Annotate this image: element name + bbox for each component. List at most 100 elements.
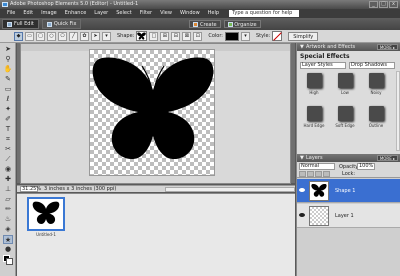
- style-picker[interactable]: [272, 31, 283, 41]
- create-button[interactable]: Create: [189, 20, 221, 28]
- hand-tool-icon[interactable]: ✋: [3, 65, 13, 74]
- tab-full-edit[interactable]: Full Edit: [2, 19, 39, 29]
- collapse-arrow-icon[interactable]: ▼: [300, 154, 304, 162]
- effects-scrollbar[interactable]: [396, 71, 400, 151]
- close-button[interactable]: x: [389, 1, 398, 8]
- magic-wand-tool-icon[interactable]: ✦: [3, 105, 13, 114]
- simplify-button[interactable]: Simplify: [288, 31, 319, 41]
- straighten-tool-icon[interactable]: ⟋: [3, 155, 13, 164]
- menu-help[interactable]: Help: [204, 9, 223, 18]
- type-tool-icon[interactable]: T: [3, 125, 13, 134]
- menu-window[interactable]: Window: [176, 9, 204, 18]
- new-layer-option[interactable]: □: [149, 31, 159, 41]
- effect-low[interactable]: Low: [332, 73, 358, 99]
- mode-bar: Full Edit Quick Fix Create Organize: [0, 18, 400, 30]
- artwork-more-button[interactable]: MORE ▸: [376, 44, 398, 50]
- color-swatch[interactable]: [225, 31, 239, 41]
- blend-mode-select[interactable]: Normal: [299, 163, 335, 170]
- collapse-arrow-icon[interactable]: ▼: [300, 43, 304, 51]
- add-shape-option[interactable]: ⊞: [160, 31, 170, 41]
- subtract-shape-option[interactable]: ⊟: [171, 31, 181, 41]
- shape-picker[interactable]: [136, 31, 148, 41]
- effect-preview: [306, 73, 322, 88]
- butterfly-thumbnail-icon: [32, 201, 60, 225]
- rounded-rect-shape-option[interactable]: ▢: [36, 31, 45, 41]
- layers-header[interactable]: ▼ Layers MORE ▸: [297, 154, 400, 162]
- effect-hard-edge[interactable]: Hard Edge: [301, 106, 327, 132]
- color-dropdown[interactable]: ▾: [241, 31, 250, 41]
- clone-stamp-tool-icon[interactable]: ⊥: [3, 185, 13, 194]
- artwork-effects-header[interactable]: ▼ Artwork and Effects MORE ▸: [297, 43, 400, 51]
- brush-tool-icon[interactable]: ♨: [3, 215, 13, 224]
- move-tool-icon[interactable]: ➤: [3, 45, 13, 54]
- selection-brush-tool-icon[interactable]: ✐: [3, 115, 13, 124]
- polygon-shape-option[interactable]: ⬠: [58, 31, 67, 41]
- crop-tool-icon[interactable]: ⌗: [3, 135, 13, 144]
- tab-quick-fix[interactable]: Quick Fix: [41, 19, 82, 29]
- opacity-field[interactable]: 100%: [357, 163, 375, 170]
- menu-layer[interactable]: Layer: [90, 9, 112, 18]
- menu-image[interactable]: Image: [37, 9, 61, 18]
- shape-options-dropdown[interactable]: ▾: [102, 31, 111, 41]
- layers-more-button[interactable]: MORE ▸: [376, 155, 398, 161]
- red-eye-tool-icon[interactable]: ◉: [3, 165, 13, 174]
- effect-label: Soft Edge: [335, 123, 355, 128]
- effect-preview: [368, 106, 384, 121]
- effects-subcategory-select[interactable]: Drop Shadows: [349, 62, 395, 69]
- ellipse-shape-option[interactable]: ○: [47, 31, 56, 41]
- cookie-cutter-tool-icon[interactable]: ✂: [3, 145, 13, 154]
- custom-shape-tool-option[interactable]: ◆: [14, 31, 23, 41]
- paint-bucket-tool-icon[interactable]: ◈: [3, 225, 13, 234]
- menu-enhance[interactable]: Enhance: [61, 9, 91, 18]
- effect-noisy[interactable]: Noisy: [363, 73, 389, 99]
- menu-edit[interactable]: Edit: [19, 9, 37, 18]
- effect-soft-edge[interactable]: Soft Edge: [332, 106, 358, 132]
- layer-row-shape-1[interactable]: Shape 1: [297, 179, 400, 203]
- delete-layer-icon[interactable]: [315, 171, 322, 177]
- horizontal-scrollbar[interactable]: [165, 186, 295, 192]
- layer-thumbnail: [309, 181, 329, 201]
- organize-button[interactable]: Organize: [223, 20, 261, 28]
- blur-tool-icon[interactable]: ●: [3, 245, 13, 254]
- intersect-shape-option[interactable]: ⊠: [182, 31, 192, 41]
- link-layers-icon[interactable]: [323, 171, 330, 177]
- pencil-tool-icon[interactable]: ✏: [3, 205, 13, 214]
- minimize-button[interactable]: _: [369, 1, 378, 8]
- layers-panel: Normal Opacity: 100% Lock: Shape 1 Layer…: [297, 162, 400, 276]
- layer-row-layer-1[interactable]: Layer 1: [297, 204, 400, 228]
- maximize-button[interactable]: □: [379, 1, 388, 8]
- healing-brush-tool-icon[interactable]: ✚: [3, 175, 13, 184]
- visibility-eye-icon[interactable]: [299, 213, 305, 217]
- effect-label: Outline: [368, 123, 384, 128]
- menu-filter[interactable]: Filter: [136, 9, 156, 18]
- project-bin-thumbnail[interactable]: [27, 197, 65, 231]
- effect-high[interactable]: High: [301, 73, 327, 99]
- custom-shape-tool-icon[interactable]: ★: [3, 235, 13, 244]
- effects-category-select[interactable]: Layer Styles: [300, 62, 346, 69]
- lasso-tool-icon[interactable]: ℓ: [3, 95, 13, 104]
- zoom-field[interactable]: 31.25%: [20, 186, 41, 192]
- menu-file[interactable]: File: [3, 9, 19, 18]
- new-layer-icon[interactable]: [299, 171, 306, 177]
- tab-full-edit-label: Full Edit: [14, 21, 34, 27]
- shape-selection-option[interactable]: ➤: [91, 31, 100, 41]
- exclude-shape-option[interactable]: ⊡: [193, 31, 203, 41]
- app-icon: [2, 2, 8, 7]
- butterfly-shape[interactable]: [90, 50, 216, 177]
- eraser-tool-icon[interactable]: ▱: [3, 195, 13, 204]
- marquee-tool-icon[interactable]: ▭: [3, 85, 13, 94]
- zoom-tool-icon[interactable]: ⚲: [3, 55, 13, 64]
- adjustment-layer-icon[interactable]: [307, 171, 314, 177]
- rectangle-shape-option[interactable]: ▭: [25, 31, 34, 41]
- visibility-eye-icon[interactable]: [299, 188, 305, 192]
- eyedropper-tool-icon[interactable]: ✎: [3, 75, 13, 84]
- custom-shape-option[interactable]: ✿: [80, 31, 89, 41]
- effect-label: High: [309, 90, 319, 95]
- menu-select[interactable]: Select: [112, 9, 135, 18]
- canvas[interactable]: [89, 49, 215, 176]
- help-search-input[interactable]: Type a question for help: [229, 10, 300, 17]
- menu-view[interactable]: View: [156, 9, 176, 18]
- effect-outline[interactable]: Outline: [363, 106, 389, 132]
- line-shape-option[interactable]: ╱: [69, 31, 78, 41]
- background-color-swatch[interactable]: [6, 258, 13, 265]
